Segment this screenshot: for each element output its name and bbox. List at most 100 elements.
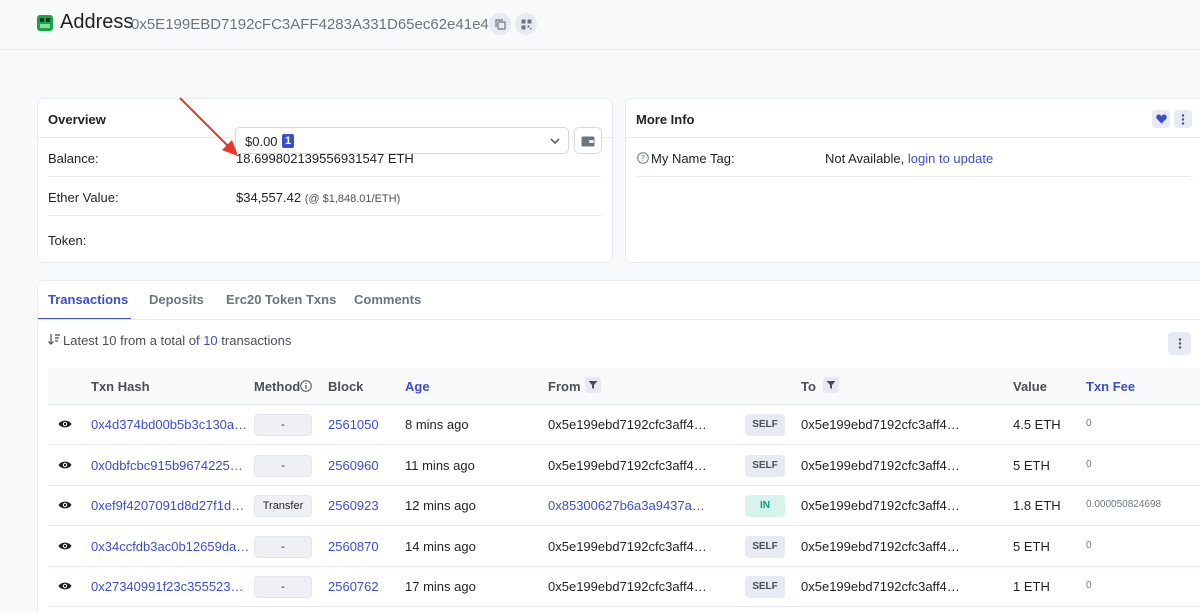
table-row: 0x27340991f23c355523… - 2560762 17 mins ago…: [48, 567, 1200, 607]
txn-fee-text: 0: [1086, 458, 1092, 470]
table-row: 0x4d374bd00b5b3c130a… - 2561050 8 mins ago 0…: [48, 405, 1200, 445]
method-badge: Transfer: [254, 495, 312, 517]
col-value: Value: [1013, 379, 1047, 394]
col-txn-fee[interactable]: Txn Fee: [1086, 379, 1135, 394]
overview-title: Overview: [48, 112, 106, 127]
eye-icon[interactable]: [58, 460, 72, 470]
to-address: 0x5e199ebd7192cfc3aff4…: [801, 498, 960, 513]
summary-count-link[interactable]: 10: [203, 333, 217, 348]
from-filter-button[interactable]: [585, 377, 601, 393]
method-badge: -: [254, 576, 312, 598]
txn-hash-link[interactable]: 0x27340991f23c355523…: [91, 579, 244, 594]
favorite-button[interactable]: [1152, 110, 1170, 128]
info-icon[interactable]: [300, 380, 312, 392]
from-address: 0x5e199ebd7192cfc3aff4…: [548, 579, 707, 594]
divider: [626, 137, 1200, 138]
overview-card: Overview Balance: 18.699802139556931547 …: [37, 98, 613, 263]
txn-fee-text: 0: [1086, 418, 1092, 429]
age-text: 8 mins ago: [405, 417, 469, 432]
col-method: Method: [254, 379, 301, 394]
to-filter-button[interactable]: [823, 377, 839, 393]
login-to-update-link[interactable]: login to update: [908, 151, 993, 166]
filter-icon: [588, 381, 598, 389]
col-age[interactable]: Age: [405, 379, 430, 394]
age-text: 11 mins ago: [405, 457, 475, 473]
page-header: Address 0x5E199EBD7192cFC3AFF4283A331D65…: [0, 0, 1200, 50]
ether-value-label: Ether Value:: [48, 190, 119, 205]
table-row: 0x34ccfdb3ac0b12659da… - 2560870 14 mins ag…: [48, 527, 1200, 567]
wallet-icon: [581, 136, 595, 146]
txn-hash-link[interactable]: 0xef9f4207091d8d27f1d…: [91, 498, 244, 513]
name-tag-value-row: Not Available, login to update: [825, 151, 993, 166]
page-title: Address: [60, 11, 134, 33]
eye-icon[interactable]: [58, 581, 72, 591]
ether-price: (@ $1,848.01/ETH): [304, 193, 401, 205]
direction-badge: IN: [745, 495, 785, 517]
more-options-button[interactable]: [1174, 110, 1192, 128]
direction-badge: SELF: [745, 535, 785, 558]
txn-hash-link[interactable]: 0x0dbfcbc915b9674225…: [91, 458, 243, 473]
value-text: 5 ETH: [1013, 457, 1050, 473]
value-text: 1.8 ETH: [1013, 498, 1061, 513]
more-vertical-icon: [1178, 338, 1181, 349]
annotation-arrow-icon: [179, 97, 238, 156]
transactions-summary: Latest 10 from a total of 10 transaction…: [63, 333, 291, 348]
qr-code-icon: [521, 19, 531, 29]
txn-fee-text: 0.000050824698: [1086, 499, 1162, 510]
direction-badge: SELF: [745, 454, 785, 477]
tab-erc20-token-txns[interactable]: Erc20 Token Txns: [226, 292, 336, 307]
name-tag-label: My Name Tag:: [651, 151, 735, 166]
txn-hash-link[interactable]: 0x4d374bd00b5b3c130a…: [91, 417, 247, 432]
tab-transactions[interactable]: Transactions: [48, 292, 128, 307]
tab-deposits[interactable]: Deposits: [149, 292, 204, 307]
col-txn-hash: Txn Hash: [91, 379, 150, 394]
eye-icon[interactable]: [58, 500, 72, 510]
address-hash: 0x5E199EBD7192cFC3AFF4283A331D65ec62e41e…: [131, 16, 498, 33]
method-badge: -: [254, 454, 312, 477]
token-dropdown[interactable]: $0.00 1: [235, 127, 569, 154]
value-text: 5 ETH: [1013, 538, 1050, 554]
to-address: 0x5e199ebd7192cfc3aff4…: [801, 457, 960, 473]
table-row: 0xef9f4207091d8d27f1d… Transfer 2560923 12 …: [48, 486, 1200, 526]
txn-fee-text: 0: [1086, 580, 1092, 591]
table-options-button[interactable]: [1168, 332, 1191, 355]
block-link[interactable]: 2560960: [328, 458, 379, 473]
ether-value: $34,557.42 (@ $1,848.01/ETH): [236, 190, 400, 205]
eye-icon[interactable]: [58, 419, 72, 429]
to-address: 0x5e199ebd7192cfc3aff4…: [801, 417, 960, 432]
copy-icon: [494, 18, 506, 30]
method-badge: -: [254, 535, 312, 558]
block-link[interactable]: 2560923: [328, 498, 379, 513]
balance-label: Balance:: [48, 151, 99, 166]
age-text: 14 mins ago: [405, 538, 476, 554]
name-tag-value: Not Available,: [825, 151, 905, 166]
from-address-link[interactable]: 0x85300627b6a3a9437a…: [548, 498, 705, 513]
divider: [38, 319, 1200, 320]
qr-code-button[interactable]: [515, 13, 537, 35]
heart-icon: [1155, 114, 1167, 124]
copy-address-button[interactable]: [489, 13, 511, 35]
more-vertical-icon: [1181, 113, 1185, 125]
from-address: 0x5e199ebd7192cfc3aff4…: [548, 417, 707, 432]
value-text: 4.5 ETH: [1013, 417, 1061, 432]
direction-badge: SELF: [745, 414, 785, 436]
ether-value-amount: $34,557.42: [236, 190, 302, 205]
transactions-card: Transactions Deposits Erc20 Token Txns C…: [37, 280, 1200, 612]
txn-hash-link[interactable]: 0x34ccfdb3ac0b12659da…: [91, 539, 249, 554]
tab-comments[interactable]: Comments: [354, 292, 421, 307]
more-info-title: More Info: [636, 112, 695, 127]
chevron-down-icon: [550, 138, 560, 145]
method-badge: -: [254, 414, 312, 436]
divider: [48, 215, 601, 216]
token-count-badge: 1: [282, 134, 294, 148]
summary-prefix: Latest 10 from a total of: [63, 333, 200, 348]
logo-icon: [37, 15, 53, 31]
block-link[interactable]: 2561050: [328, 417, 379, 432]
from-address: 0x5e199ebd7192cfc3aff4…: [548, 457, 707, 473]
eye-icon[interactable]: [58, 541, 72, 551]
block-link[interactable]: 2560762: [328, 579, 379, 594]
help-circle-icon: ?: [637, 152, 649, 164]
token-holdings-button[interactable]: [574, 127, 602, 154]
block-link[interactable]: 2560870: [328, 539, 379, 554]
col-block: Block: [328, 379, 364, 394]
